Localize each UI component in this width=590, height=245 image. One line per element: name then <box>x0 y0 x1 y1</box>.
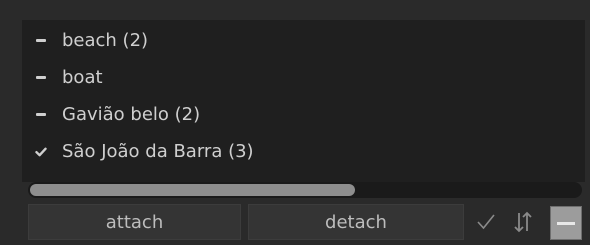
partial-check-icon[interactable] <box>34 71 48 85</box>
scrollbar-thumb[interactable] <box>30 184 355 196</box>
collapse-icon[interactable] <box>550 206 582 240</box>
sort-icon[interactable] <box>510 204 536 240</box>
horizontal-scrollbar[interactable] <box>28 182 582 198</box>
sort-tool-glyph <box>514 211 532 233</box>
tag-label: boat <box>62 67 103 88</box>
partial-check-icon[interactable] <box>34 34 48 48</box>
tag-item-sao-joao-da-barra[interactable]: São João da Barra (3) <box>22 133 585 170</box>
tag-item-boat[interactable]: boat <box>22 59 585 96</box>
check-icon[interactable] <box>34 145 48 159</box>
tag-label: beach (2) <box>62 30 149 51</box>
tag-list-panel: beach (2) boat Gavião belo (2) São João … <box>22 20 585 182</box>
tag-label: Gavião belo (2) <box>62 104 201 125</box>
tag-item-gaviao-belo[interactable]: Gavião belo (2) <box>22 96 585 133</box>
detach-button[interactable]: detach <box>248 204 464 240</box>
check-tool-glyph <box>477 214 495 230</box>
attach-button[interactable]: attach <box>28 204 241 240</box>
tag-list: beach (2) boat Gavião belo (2) São João … <box>22 22 585 170</box>
check-glyph <box>35 147 47 156</box>
partial-check-icon[interactable] <box>34 108 48 122</box>
tag-label: São João da Barra (3) <box>62 141 254 162</box>
tag-item-beach[interactable]: beach (2) <box>22 22 585 59</box>
check-icon[interactable] <box>474 204 498 240</box>
tag-panel: beach (2) boat Gavião belo (2) São João … <box>0 0 590 245</box>
